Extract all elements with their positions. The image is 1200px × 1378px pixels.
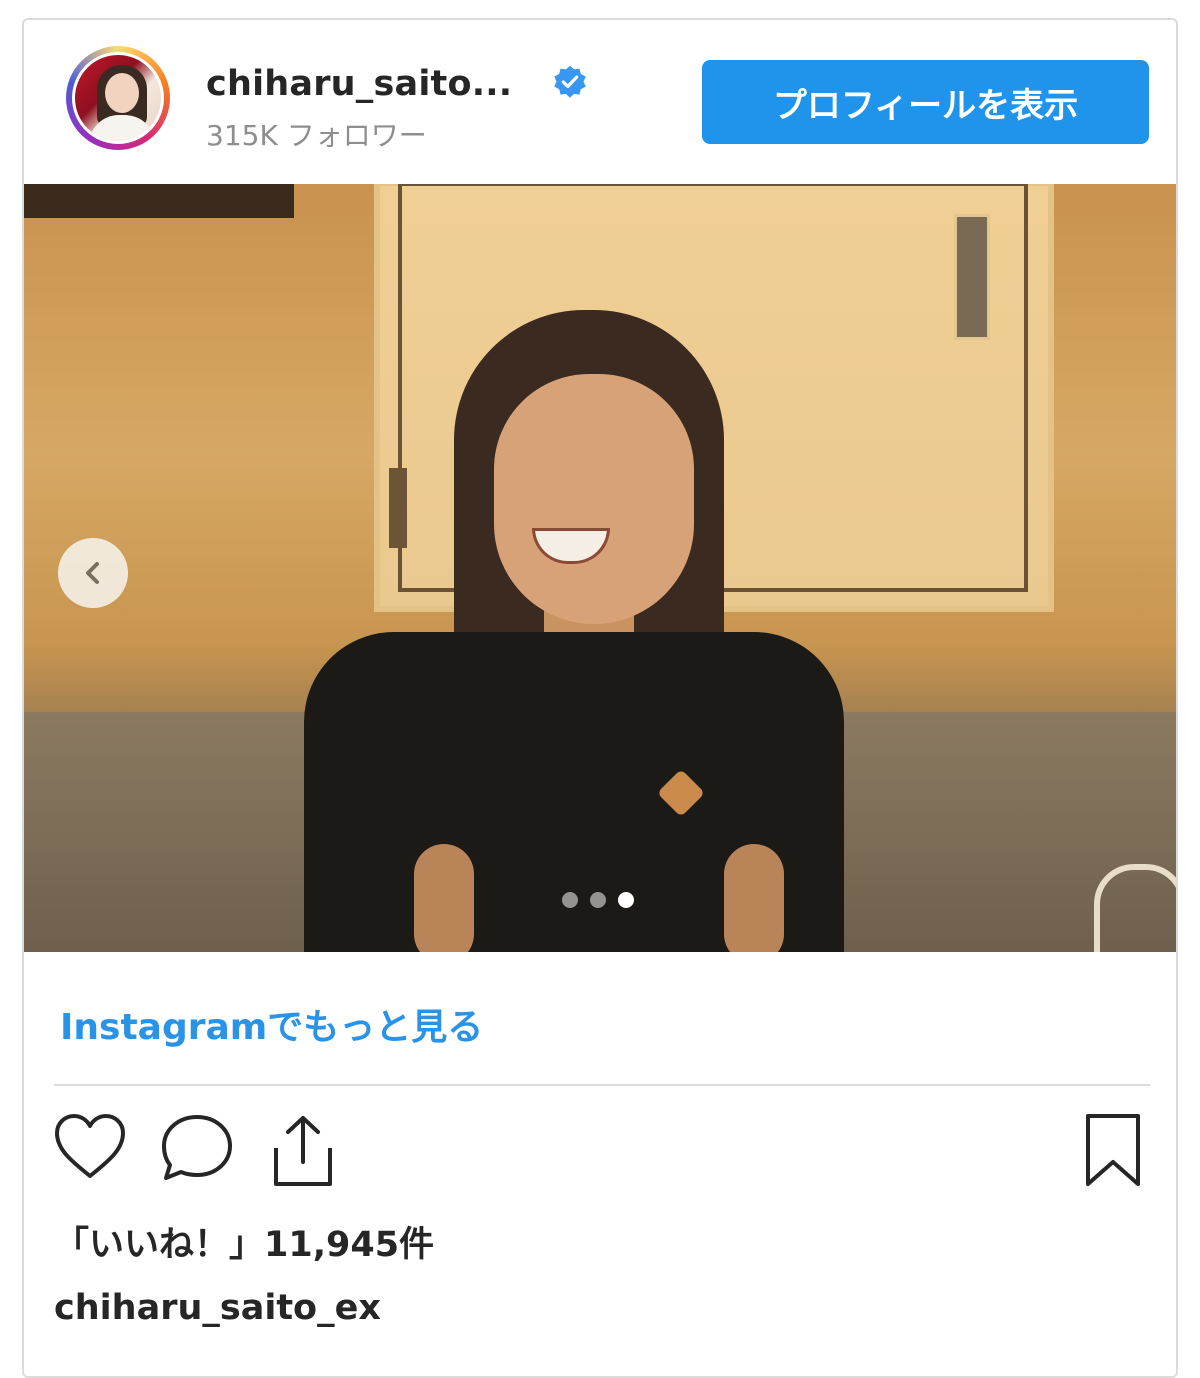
carousel-dot[interactable]: [590, 892, 606, 908]
bookmark-icon[interactable]: [1080, 1112, 1146, 1190]
avatar-photo: [72, 52, 164, 144]
instagram-embed-card: chiharu_saito... 315K フォロワー プロフィールを表示 In…: [22, 18, 1178, 1378]
post-photo[interactable]: [24, 184, 1176, 952]
view-profile-button[interactable]: プロフィールを表示: [702, 60, 1149, 144]
carousel-dot[interactable]: [562, 892, 578, 908]
previous-slide-button[interactable]: [58, 538, 128, 608]
follower-count: 315K フォロワー: [206, 119, 427, 152]
carousel-dot-active[interactable]: [618, 892, 634, 908]
heart-icon[interactable]: [52, 1112, 128, 1182]
comment-icon[interactable]: [158, 1112, 236, 1184]
carousel-indicator: [562, 892, 634, 908]
chevron-left-icon: [86, 562, 99, 584]
post-owner-username[interactable]: chiharu_saito_ex: [54, 1288, 381, 1328]
username[interactable]: chiharu_saito...: [206, 64, 512, 104]
divider: [54, 1084, 1150, 1086]
avatar[interactable]: [66, 46, 170, 150]
share-icon[interactable]: [268, 1112, 338, 1190]
likes-count[interactable]: 「いいね！」11,945件: [54, 1216, 434, 1267]
view-more-on-instagram-link[interactable]: Instagramでもっと見る: [60, 998, 483, 1050]
verified-badge-icon: [554, 65, 586, 98]
